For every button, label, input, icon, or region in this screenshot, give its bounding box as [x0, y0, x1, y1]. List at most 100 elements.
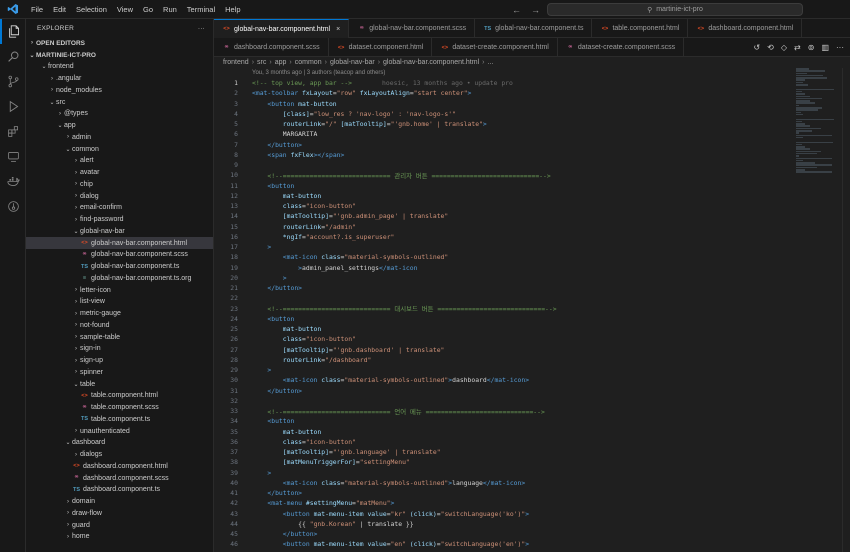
close-icon[interactable]: × [336, 26, 340, 33]
tree-folder[interactable]: › .angular [26, 73, 213, 85]
tree-folder[interactable]: › alert [26, 155, 213, 167]
breadcrumb-item[interactable]: global-nav-bar.component.html [383, 59, 479, 66]
code-token: "'gnb.home' | translate" [390, 120, 483, 129]
compare-icon[interactable]: ⇄ [794, 43, 801, 52]
more-actions-icon[interactable]: ··· [836, 43, 844, 52]
menu-selection[interactable]: Selection [71, 0, 112, 19]
tree-folder[interactable]: ⌄ app [26, 120, 213, 132]
breadcrumb-item[interactable]: common [295, 59, 322, 66]
code-editor[interactable]: You, 3 months ago | 3 authors (teacop an… [214, 68, 850, 552]
editor-tab[interactable]: <> table.component.html [592, 19, 689, 38]
tree-file[interactable]: <> global-nav-bar.component.html [26, 237, 213, 249]
minimap-line [796, 107, 822, 109]
source-control-icon[interactable] [0, 69, 26, 94]
editor-tab[interactable]: ꟹ dataset-create.component.scss [558, 38, 685, 57]
tree-file[interactable]: TS dashboard.component.ts [26, 484, 213, 496]
tree-file[interactable]: TS global-nav-bar.component.ts [26, 261, 213, 273]
extensions-icon[interactable] [0, 119, 26, 144]
editor-tab[interactable]: <> dashboard.component.html [688, 19, 803, 38]
tree-file[interactable]: ꟹ dashboard.component.scss [26, 472, 213, 484]
go-back-icon[interactable]: ⟲ [767, 43, 774, 52]
code-token: </mat-icon [378, 263, 418, 272]
vertical-scrollbar[interactable] [842, 68, 850, 552]
code-token: [class] [282, 109, 310, 118]
tree-folder[interactable]: › email-confirm [26, 202, 213, 214]
tree-folder[interactable]: › sign-in [26, 343, 213, 355]
gitlens-icon[interactable] [0, 194, 26, 219]
menu-file[interactable]: File [26, 0, 48, 19]
menu-edit[interactable]: Edit [48, 0, 71, 19]
line-number: 24 [230, 314, 238, 323]
tree-folder[interactable]: › not-found [26, 320, 213, 332]
tree-folder[interactable]: › dialog [26, 190, 213, 202]
split-editor-icon[interactable]: ▥ [821, 43, 829, 52]
breadcrumb-item[interactable]: frontend [223, 59, 249, 66]
project-section[interactable]: ⌄ MARTINIE-ICT-PRO [26, 49, 213, 61]
code-line: 7 </button> [214, 140, 794, 150]
explorer-icon[interactable] [0, 19, 26, 44]
docker-icon[interactable] [0, 169, 26, 194]
code-token: ></span> [313, 150, 345, 159]
menu-help[interactable]: Help [220, 0, 245, 19]
menu-terminal[interactable]: Terminal [182, 0, 220, 19]
history-icon[interactable]: ↺ [753, 43, 760, 52]
tree-folder[interactable]: ⌄ global-nav-bar [26, 226, 213, 238]
tree-folder[interactable]: ⌄ common [26, 143, 213, 155]
minimap-line [796, 146, 805, 148]
run-debug-icon[interactable] [0, 94, 26, 119]
tree-folder[interactable]: › letter-icon [26, 284, 213, 296]
forward-arrow-icon[interactable]: → [531, 5, 540, 15]
tree-file[interactable]: <> dashboard.component.html [26, 461, 213, 473]
tree-folder[interactable]: › node_modules [26, 85, 213, 97]
menu-go[interactable]: Go [138, 0, 158, 19]
open-editors-section[interactable]: › OPEN EDITORS [26, 37, 213, 49]
editor-tab[interactable]: ꟹ dashboard.component.scss [214, 38, 329, 57]
tree-file[interactable]: <> table.component.html [26, 390, 213, 402]
tree-folder[interactable]: › unauthenticated [26, 425, 213, 437]
breadcrumb-item[interactable]: global-nav-bar [330, 59, 375, 66]
breadcrumb-item[interactable]: ... [488, 59, 494, 66]
editor-tab[interactable]: <> dataset.component.html [329, 38, 433, 57]
editor-tab[interactable]: TS global-nav-bar.component.ts [475, 19, 593, 38]
tree-file[interactable]: ꟹ table.component.scss [26, 402, 213, 414]
tree-folder[interactable]: › spinner [26, 367, 213, 379]
back-arrow-icon[interactable]: ← [512, 5, 521, 15]
tree-folder[interactable]: ⌄ src [26, 96, 213, 108]
tree-folder[interactable]: › metric-gauge [26, 308, 213, 320]
tree-folder[interactable]: › sign-up [26, 355, 213, 367]
tree-folder[interactable]: › guard [26, 519, 213, 531]
open-preview-icon[interactable]: ⊚ [808, 43, 815, 52]
menu-run[interactable]: Run [158, 0, 182, 19]
more-actions-icon[interactable]: ··· [198, 25, 205, 32]
tree-folder[interactable]: › avatar [26, 167, 213, 179]
search-icon[interactable] [0, 44, 26, 69]
tree-folder[interactable]: › list-view [26, 296, 213, 308]
breadcrumb-item[interactable]: app [275, 59, 287, 66]
tree-folder[interactable]: ⌄ table [26, 378, 213, 390]
command-center-search[interactable]: ⚲ martinie-ict-pro [547, 3, 803, 16]
tree-file[interactable]: ꟹ global-nav-bar.component.scss [26, 249, 213, 261]
tree-folder[interactable]: › sample-table [26, 331, 213, 343]
editor-tab[interactable]: <> dataset-create.component.html [432, 38, 558, 57]
tree-folder[interactable]: › draw-flow [26, 508, 213, 520]
tree-folder[interactable]: ⌄ frontend [26, 61, 213, 73]
tree-folder[interactable]: › find-password [26, 214, 213, 226]
tree-folder[interactable]: › admin [26, 132, 213, 144]
editor-tab[interactable]: ꟹ global-nav-bar.component.scss [349, 19, 476, 38]
tree-folder[interactable]: › @types [26, 108, 213, 120]
tree-folder[interactable]: › home [26, 531, 213, 543]
remote-explorer-icon[interactable] [0, 144, 26, 169]
tree-file[interactable]: TS table.component.ts [26, 414, 213, 426]
tree-folder[interactable]: › dialogs [26, 449, 213, 461]
tree-folder[interactable]: ⌄ dashboard [26, 437, 213, 449]
tree-file[interactable]: ≡ global-nav-bar.component.ts.org [26, 273, 213, 285]
minimap[interactable] [796, 68, 840, 173]
breadcrumb-item[interactable]: src [257, 59, 266, 66]
editor-tab[interactable]: <> global-nav-bar.component.html × [214, 19, 350, 38]
menu-view[interactable]: View [112, 0, 138, 19]
tree-folder[interactable]: › domain [26, 496, 213, 508]
diamond-icon[interactable]: ◇ [781, 43, 787, 52]
tree-folder[interactable]: › chip [26, 179, 213, 191]
